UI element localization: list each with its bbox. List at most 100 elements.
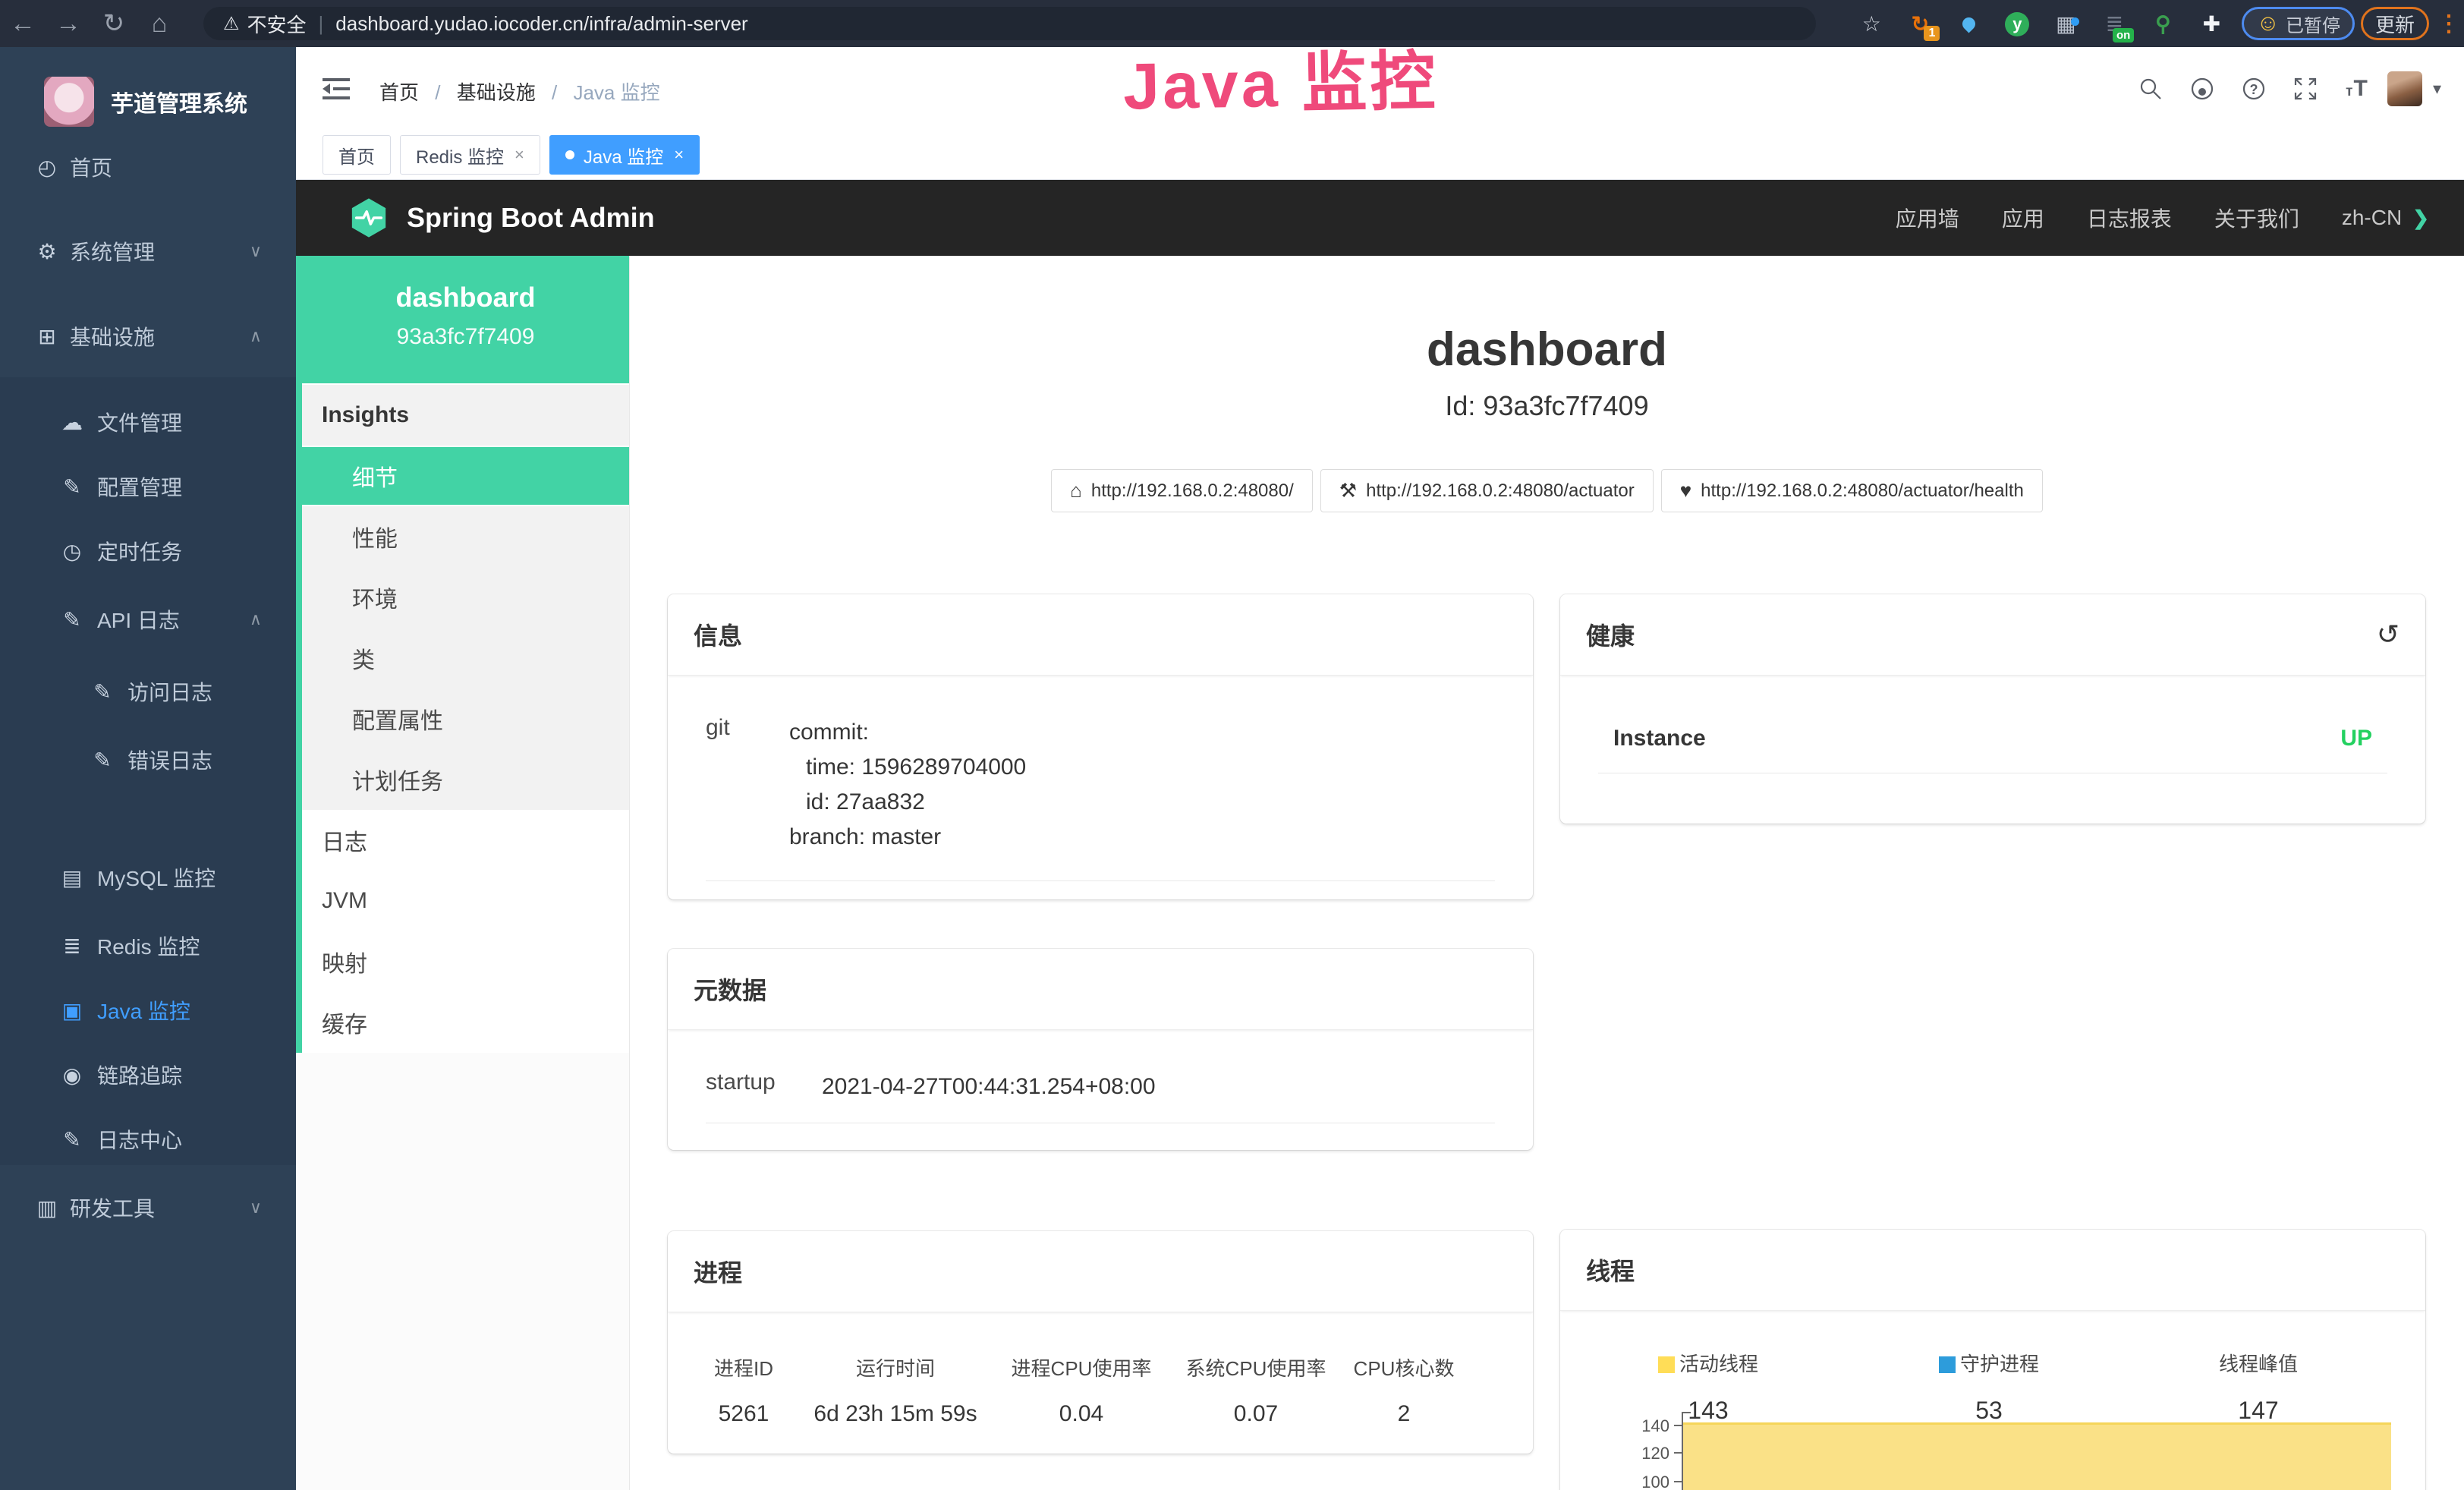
sba-item-environment[interactable]: 环境 (302, 567, 629, 628)
header-actions: ? тT ▾ (2125, 47, 2441, 131)
search-icon[interactable] (2125, 77, 2176, 101)
sidebar-item-access-logs[interactable]: ✎ 访问日志 (0, 657, 296, 726)
sba-item-scheduled-tasks[interactable]: 计划任务 (302, 749, 629, 810)
reload-icon[interactable]: ↻ (91, 8, 137, 39)
tab-home[interactable]: 首页 (323, 135, 391, 175)
back-icon[interactable]: ← (0, 9, 46, 39)
sba-nav-journal[interactable]: 日志报表 (2087, 203, 2172, 233)
avatar-caret-icon[interactable]: ▾ (2433, 79, 2441, 99)
health-instance-row[interactable]: Instance UP (1560, 726, 2425, 751)
health-url-button[interactable]: ♥ http://192.168.0.2:48080/actuator/heal… (1661, 469, 2043, 512)
toolbox-icon: ▥ (32, 1195, 62, 1221)
font-size-icon[interactable]: тT (2331, 76, 2383, 102)
startup-value: 2021-04-27T00:44:31.254+08:00 (822, 1069, 1156, 1104)
close-icon[interactable]: × (515, 145, 524, 165)
y-tick-120: 120 (1586, 1444, 1669, 1463)
locale-chevron-icon[interactable]: ❯︎ (2412, 206, 2429, 230)
health-card: 健康 ↺ Instance UP (1560, 594, 2425, 824)
layers-icon: ≣ (57, 934, 87, 959)
chevron-down-icon: ∨ (250, 241, 262, 261)
sba-item-details[interactable]: 细节 (302, 446, 629, 506)
sidebar-item-mysql-monitor[interactable]: ▤ MySQL 监控 (0, 843, 296, 912)
info-card-title: 信息 (694, 617, 742, 652)
sidebar-item-error-logs[interactable]: ✎ 错误日志 (0, 725, 296, 795)
home-icon[interactable]: ⌂ (137, 9, 182, 39)
threads-card: 线程 活动线程 守护进程 线程峰值 143 53 147 140 (1560, 1230, 2425, 1490)
sidebar-item-api-logs[interactable]: ✎ API 日志 ∧ (0, 584, 296, 654)
screen-icon: ▣ (57, 998, 87, 1023)
sba-sidebar: dashboard 93a3fc7f7409 Insights 细节 性能 环境… (296, 256, 630, 1490)
emoji-face-icon: ☺ (2256, 11, 2280, 36)
tab-java-monitor[interactable]: Java 监控 × (549, 135, 700, 175)
sidebar-item-dev-tools[interactable]: ▥ 研发工具 ∨ (0, 1173, 296, 1243)
insights-section-label: Insights (302, 383, 629, 446)
app-title: 芋道管理系统 (111, 85, 247, 118)
bookmark-star-icon[interactable]: ☆ (1847, 11, 1896, 36)
y-tick-100: 100 (1586, 1473, 1669, 1490)
sba-item-classes[interactable]: 类 (302, 628, 629, 688)
sidebar-item-home[interactable]: ◴ 首页 (0, 132, 296, 202)
fullscreen-icon[interactable] (2280, 76, 2331, 102)
sidebar-item-system[interactable]: ⚙ 系统管理 ∨ (0, 216, 296, 286)
on-badge: on (2113, 28, 2134, 43)
user-avatar[interactable] (2387, 71, 2422, 106)
tab-redis-monitor[interactable]: Redis 监控 × (400, 135, 540, 175)
sidebar-item-tracing[interactable]: ◉ 链路追踪 (0, 1040, 296, 1110)
legend-peak-threads: 线程峰值 (2122, 1349, 2395, 1377)
sba-brand[interactable]: Spring Boot Admin (348, 197, 655, 239)
sidebar-item-config[interactable]: ✎ 配置管理 (0, 452, 296, 521)
breadcrumb-infrastructure[interactable]: 基础设施 (457, 81, 536, 104)
sba-nav-about[interactable]: 关于我们 (2214, 203, 2299, 233)
sidebar-item-infrastructure[interactable]: ⊞ 基础设施 ∧ (0, 301, 296, 371)
breadcrumb: 首页 / 基础设施 / Java 监控 (379, 77, 660, 106)
sidebar-item-files[interactable]: ☁ 文件管理 (0, 387, 296, 457)
sba-item-caches[interactable]: 缓存 (302, 992, 629, 1053)
sidebar-item-redis-monitor[interactable]: ≣ Redis 监控 (0, 911, 296, 981)
search-extension-icon[interactable]: ⚲ (2138, 11, 2187, 36)
sidebar-item-java-monitor[interactable]: ▣ Java 监控 (0, 975, 296, 1045)
y-extension-icon[interactable]: y (1993, 11, 2041, 36)
blue-legend-swatch (1939, 1356, 1956, 1373)
log-icon: ✎ (57, 607, 87, 632)
screen: ← → ↻ ⌂ ⚠ 不安全 | dashboard.yudao.iocoder.… (0, 0, 2464, 1490)
list-extension-icon[interactable]: ≣on (2090, 11, 2138, 36)
forward-icon[interactable]: → (46, 9, 91, 39)
right-column: 健康 ↺ Instance UP 线程 活动线程 守护进程 线程峰值 (1560, 594, 2425, 1490)
sidebar-item-log-center[interactable]: ✎ 日志中心 (0, 1104, 296, 1174)
breadcrumb-home[interactable]: 首页 (379, 81, 419, 104)
refresh-extension-icon[interactable]: ↻1 (1896, 11, 1944, 36)
collapse-sidebar-icon[interactable] (323, 76, 350, 106)
service-url-button[interactable]: ⌂ http://192.168.0.2:48080/ (1051, 469, 1313, 512)
grid-extension-icon[interactable]: ▦ (2041, 11, 2090, 36)
startup-row: startup 2021-04-27T00:44:31.254+08:00 (668, 1069, 1533, 1104)
instance-header[interactable]: dashboard 93a3fc7f7409 (302, 256, 629, 383)
sidebar-item-scheduled-jobs[interactable]: ◷ 定时任务 (0, 516, 296, 586)
extension-area: ☆ ↻1 y ▦ ≣on ⚲ ✚ ☺ 已暂停 更新 ⋮ (1847, 0, 2464, 47)
puzzle-extension-icon[interactable]: ✚ (2187, 11, 2236, 36)
sba-nav-wallboard[interactable]: 应用墙 (1896, 203, 1959, 233)
sba-item-metrics[interactable]: 性能 (302, 506, 629, 567)
browser-menu-icon[interactable]: ⋮ (2434, 11, 2464, 37)
actuator-url-button[interactable]: ⚒ http://192.168.0.2:48080/actuator (1320, 469, 1654, 512)
github-icon[interactable] (2176, 76, 2228, 102)
help-icon[interactable]: ? (2228, 76, 2280, 102)
sba-item-jvm[interactable]: JVM (302, 871, 629, 931)
sba-menu: dashboard 93a3fc7f7409 Insights 细节 性能 环境… (296, 256, 629, 1053)
close-icon[interactable]: × (674, 145, 684, 165)
sba-nav-applications[interactable]: 应用 (2002, 203, 2044, 233)
profile-paused-pill[interactable]: ☺ 已暂停 (2242, 7, 2355, 40)
pin-extension-icon[interactable] (1944, 11, 1993, 36)
sba-item-logs[interactable]: 日志 (302, 810, 629, 871)
threads-area-chart: 140 120 100 (1560, 1406, 2425, 1490)
cards-grid: 信息 git commit: time: 1596289704000 id: 2… (630, 594, 2464, 1490)
pid-value: 5261 (683, 1401, 804, 1427)
history-icon[interactable]: ↺ (2377, 619, 2399, 650)
warning-icon: ⚠ (223, 13, 240, 35)
locale-select[interactable]: zh-CN (2342, 206, 2402, 230)
sba-item-config-props[interactable]: 配置属性 (302, 688, 629, 749)
threads-legend: 活动线程 守护进程 线程峰值 (1560, 1349, 2425, 1377)
sba-nav: 应用墙 应用 日志报表 关于我们 zh-CN ❯︎ (1853, 203, 2429, 233)
address-bar[interactable]: ⚠ 不安全 | dashboard.yudao.iocoder.cn/infra… (203, 7, 1816, 40)
sba-item-mappings[interactable]: 映射 (302, 931, 629, 992)
update-button[interactable]: 更新 (2361, 7, 2429, 40)
